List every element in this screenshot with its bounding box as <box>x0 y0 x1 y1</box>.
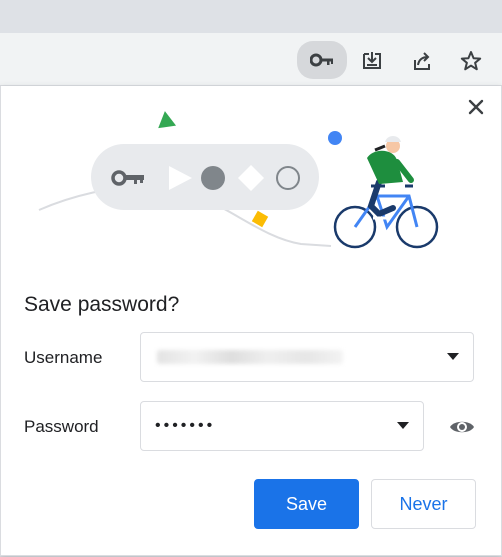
chevron-down-icon <box>397 422 409 429</box>
dialog-title: Save password? <box>24 293 180 316</box>
save-password-dialog: Save password? Username Password •••••••… <box>0 86 502 556</box>
tab-strip <box>0 0 502 33</box>
install-icon <box>363 52 381 69</box>
bookmark-star-icon <box>460 51 482 71</box>
cyclist-icon <box>333 136 439 249</box>
password-value: ••••••• <box>155 417 216 434</box>
share-icon <box>414 52 430 70</box>
key-icon <box>310 53 333 67</box>
install-button[interactable] <box>352 41 392 81</box>
username-label: Username <box>24 348 103 367</box>
username-dropdown[interactable] <box>140 332 474 382</box>
eye-icon[interactable] <box>449 417 475 437</box>
password-dropdown[interactable]: ••••••• <box>140 401 424 451</box>
password-label: Password <box>24 417 99 436</box>
password-illustration <box>38 111 439 249</box>
bookmark-button[interactable] <box>451 41 491 81</box>
share-button[interactable] <box>402 41 442 81</box>
username-redacted <box>157 350 343 364</box>
password-key-button[interactable] <box>297 41 347 79</box>
save-button[interactable]: Save <box>254 479 359 529</box>
browser-toolbar <box>0 33 502 86</box>
chevron-down-icon <box>447 353 459 360</box>
never-button[interactable]: Never <box>371 479 476 529</box>
